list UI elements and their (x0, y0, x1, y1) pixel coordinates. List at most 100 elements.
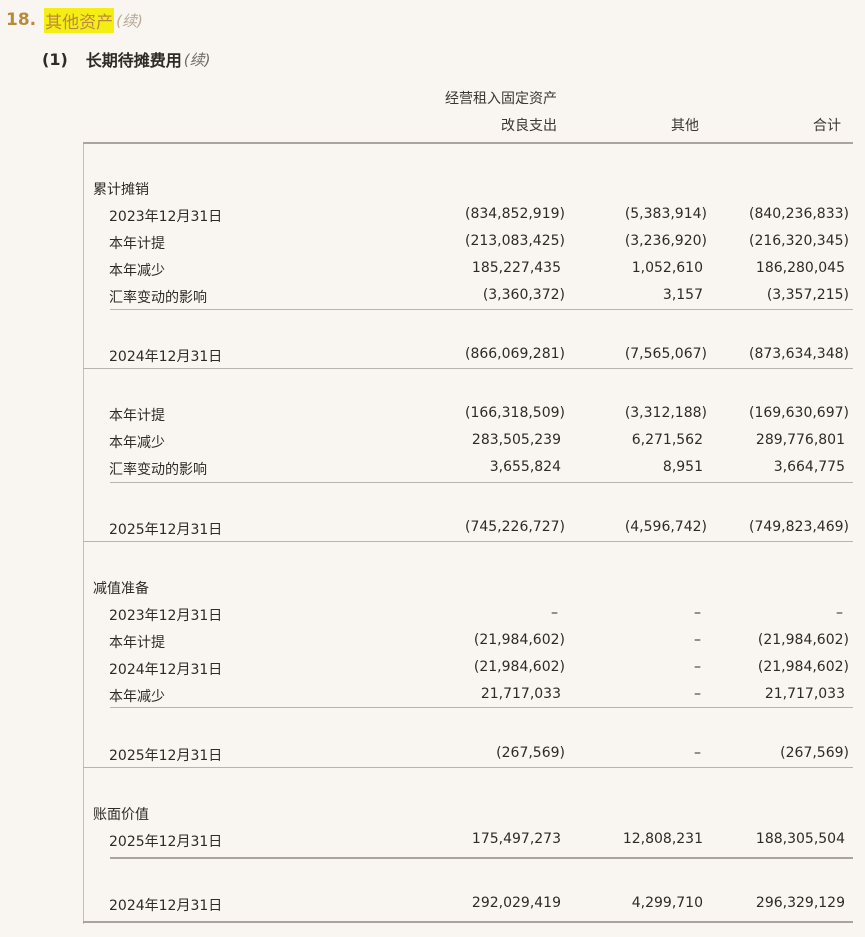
table-row: 2025年12月31日 175,497,273 12,808,231 188,3… (83, 829, 853, 851)
cell-col1: 283,505,239 (471, 432, 561, 448)
total-row: 2025年12月31日 (267,569) – (267,569) (83, 743, 853, 765)
table-row: 本年计提 (166,318,509) (3,312,188) (169,630,… (83, 403, 853, 425)
section-continued: (续) (116, 11, 143, 30)
cell-col1: (834,852,919) (465, 206, 565, 222)
cell-col3: 296,329,129 (755, 895, 845, 911)
cell-col3: (267,569) (780, 745, 849, 761)
cell-col1: – (551, 605, 558, 621)
category-row: 累计摊销 (83, 177, 853, 199)
cell-col1: (3,360,372) (482, 287, 565, 303)
row-label: 本年计提 (109, 635, 165, 651)
total-row: 2025年12月31日 (745,226,727) (4,596,742) (7… (83, 517, 853, 539)
category-row: 账面价值 (83, 802, 853, 824)
subsection-continued: (续) (183, 50, 211, 69)
table-row: 2023年12月31日 (834,852,919) (5,383,914) (8… (83, 204, 853, 226)
cell-col2: – (694, 659, 701, 675)
cell-col2: – (694, 686, 701, 702)
col2-header: 其他 (671, 118, 699, 134)
subsection-title: 长期待摊费用 (85, 51, 182, 70)
cell-col2: 8,951 (662, 459, 703, 475)
table-row: 汇率变动的影响 (3,360,372) 3,157 (3,357,215) (83, 285, 853, 307)
cell-col2: (3,236,920) (624, 233, 707, 249)
row-label: 汇率变动的影响 (109, 462, 207, 478)
cell-col3: 186,280,045 (755, 260, 845, 276)
row-label: 汇率变动的影响 (109, 290, 207, 306)
table-row: 本年减少 21,717,033 – 21,717,033 (83, 684, 853, 706)
cell-col2: (5,383,914) (624, 206, 707, 222)
cell-col1: (21,984,602) (473, 659, 565, 675)
cell-col1: 175,497,273 (471, 831, 561, 847)
row-label: 2024年12月31日 (109, 898, 223, 914)
cell-col2: – (694, 745, 701, 761)
cell-col2: (3,312,188) (624, 405, 707, 421)
row-label: 2024年12月31日 (109, 349, 223, 365)
section-heading: 18. 其他资产 (续) (6, 7, 143, 33)
cell-col2: 4,299,710 (631, 895, 703, 911)
row-label: 2025年12月31日 (109, 834, 223, 850)
cell-col3: (840,236,833) (749, 206, 849, 222)
cell-col3: 21,717,033 (764, 686, 845, 702)
subsection-number: (1) (42, 49, 68, 69)
subtotal-rule (110, 309, 853, 310)
subtotal-rule (110, 857, 853, 859)
total-rule (83, 368, 853, 369)
header-rule (83, 142, 853, 144)
table-row: 本年减少 185,227,435 1,052,610 186,280,045 (83, 258, 853, 280)
subtotal-rule (110, 707, 853, 708)
cell-col1: (21,984,602) (473, 632, 565, 648)
cell-col1: (745,226,727) (465, 519, 565, 535)
cell-col3: 3,664,775 (773, 459, 845, 475)
cell-col3: 289,776,801 (755, 432, 845, 448)
cell-col3: – (836, 605, 843, 621)
row-label: 减值准备 (93, 581, 149, 597)
row-label: 账面价值 (93, 807, 149, 823)
section-number: 18. (6, 10, 37, 30)
subsection-heading: (1) 长期待摊费用 (续) (42, 47, 211, 71)
row-label: 本年减少 (109, 263, 165, 279)
col1-header-line2: 改良支出 (501, 118, 557, 134)
table-row: 2023年12月31日 – – – (83, 603, 853, 625)
col1-header-line1: 经营租入固定资产 (445, 91, 557, 107)
cell-col2: 6,271,562 (631, 432, 703, 448)
row-label: 本年减少 (109, 435, 165, 451)
cell-col1: 292,029,419 (471, 895, 561, 911)
cell-col1: (166,318,509) (465, 405, 565, 421)
cell-col2: 3,157 (662, 287, 703, 303)
col3-header: 合计 (813, 118, 841, 134)
cell-col1: (267,569) (496, 745, 565, 761)
row-label: 本年计提 (109, 236, 165, 252)
row-label: 2024年12月31日 (109, 662, 223, 678)
cell-col3: (169,630,697) (749, 405, 849, 421)
row-label: 2023年12月31日 (109, 209, 223, 225)
cell-col3: (3,357,215) (766, 287, 849, 303)
cell-col2: – (694, 605, 701, 621)
cell-col1: (866,069,281) (465, 346, 565, 362)
cell-col1: 21,717,033 (480, 686, 561, 702)
row-label: 本年减少 (109, 689, 165, 705)
cell-col1: 3,655,824 (489, 459, 561, 475)
cell-col3: 188,305,504 (755, 831, 845, 847)
table-row: 本年计提 (213,083,425) (3,236,920) (216,320,… (83, 231, 853, 253)
section-title: 其他资产 (44, 7, 115, 33)
table-row: 汇率变动的影响 3,655,824 8,951 3,664,775 (83, 457, 853, 479)
cell-col2: 1,052,610 (631, 260, 703, 276)
table-row: 本年减少 283,505,239 6,271,562 289,776,801 (83, 430, 853, 452)
cell-col2: – (694, 632, 701, 648)
subtotal-rule (110, 482, 853, 483)
table-row: 2024年12月31日 292,029,419 4,299,710 296,32… (83, 893, 853, 915)
cell-col1: 185,227,435 (471, 260, 561, 276)
row-label: 累计摊销 (93, 182, 149, 198)
cell-col3: (749,823,469) (749, 519, 849, 535)
cell-col2: (4,596,742) (624, 519, 707, 535)
bottom-rule (83, 921, 853, 923)
cell-col3: (216,320,345) (749, 233, 849, 249)
cell-col3: (21,984,602) (757, 659, 849, 675)
row-label: 2025年12月31日 (109, 748, 223, 764)
total-rule (83, 541, 853, 542)
cell-col3: (21,984,602) (757, 632, 849, 648)
table-row: 本年计提 (21,984,602) – (21,984,602) (83, 630, 853, 652)
total-row: 2024年12月31日 (866,069,281) (7,565,067) (8… (83, 344, 853, 366)
table-row: 2024年12月31日 (21,984,602) – (21,984,602) (83, 657, 853, 679)
cell-col3: (873,634,348) (749, 346, 849, 362)
row-label: 2023年12月31日 (109, 608, 223, 624)
